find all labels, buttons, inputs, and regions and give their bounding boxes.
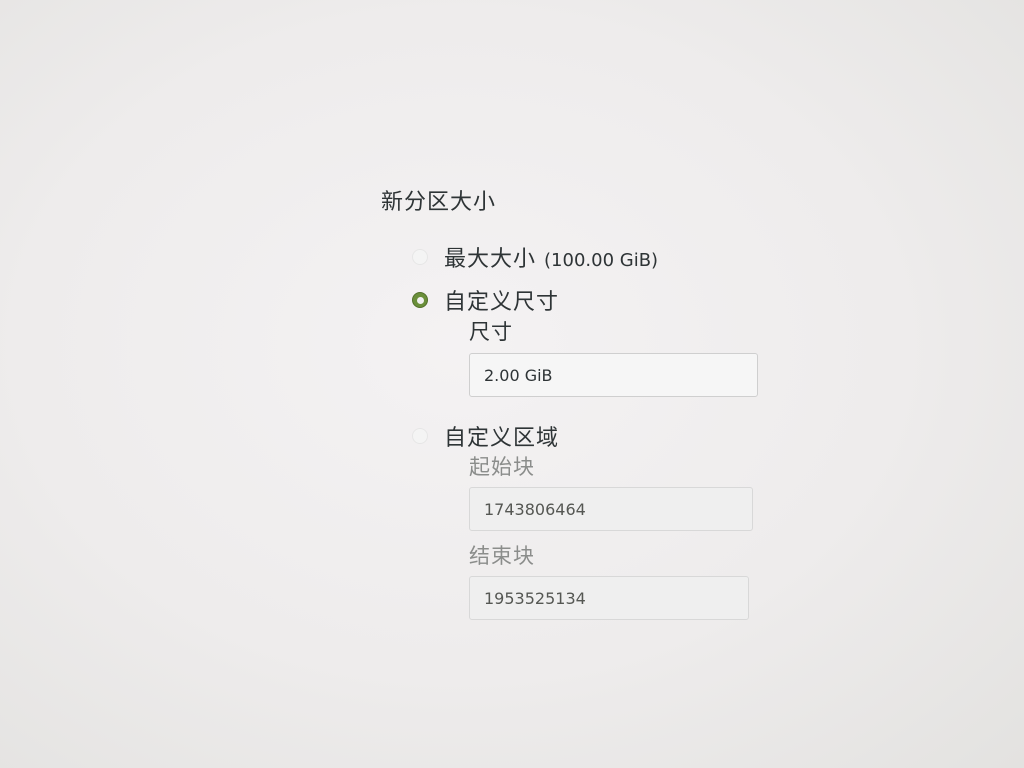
radio-max-size[interactable]: 最大大小 (100.00 GiB) <box>412 241 658 273</box>
max-size-label: 最大大小 (100.00 GiB) <box>444 241 658 273</box>
start-block-input[interactable] <box>469 487 753 531</box>
size-input[interactable] <box>469 353 758 397</box>
section-title: 新分区大小 <box>381 190 497 215</box>
radio-unchecked-icon[interactable] <box>412 428 428 444</box>
radio-custom-size[interactable]: 自定义尺寸 <box>412 284 559 316</box>
custom-size-label: 自定义尺寸 <box>444 290 560 315</box>
end-block-input[interactable] <box>469 576 749 620</box>
max-size-value: (100.00 GiB) <box>544 250 659 271</box>
radio-custom-region[interactable]: 自定义区域 <box>412 420 559 452</box>
end-block-label: 结束块 <box>469 544 535 568</box>
radio-checked-icon[interactable] <box>412 292 428 308</box>
custom-region-label: 自定义区域 <box>444 426 560 451</box>
radio-dot <box>416 296 424 304</box>
start-block-label: 起始块 <box>469 455 535 479</box>
max-size-label-text: 最大大小 <box>444 247 537 272</box>
size-field-label: 尺寸 <box>469 320 513 344</box>
radio-unchecked-icon[interactable] <box>412 249 428 265</box>
